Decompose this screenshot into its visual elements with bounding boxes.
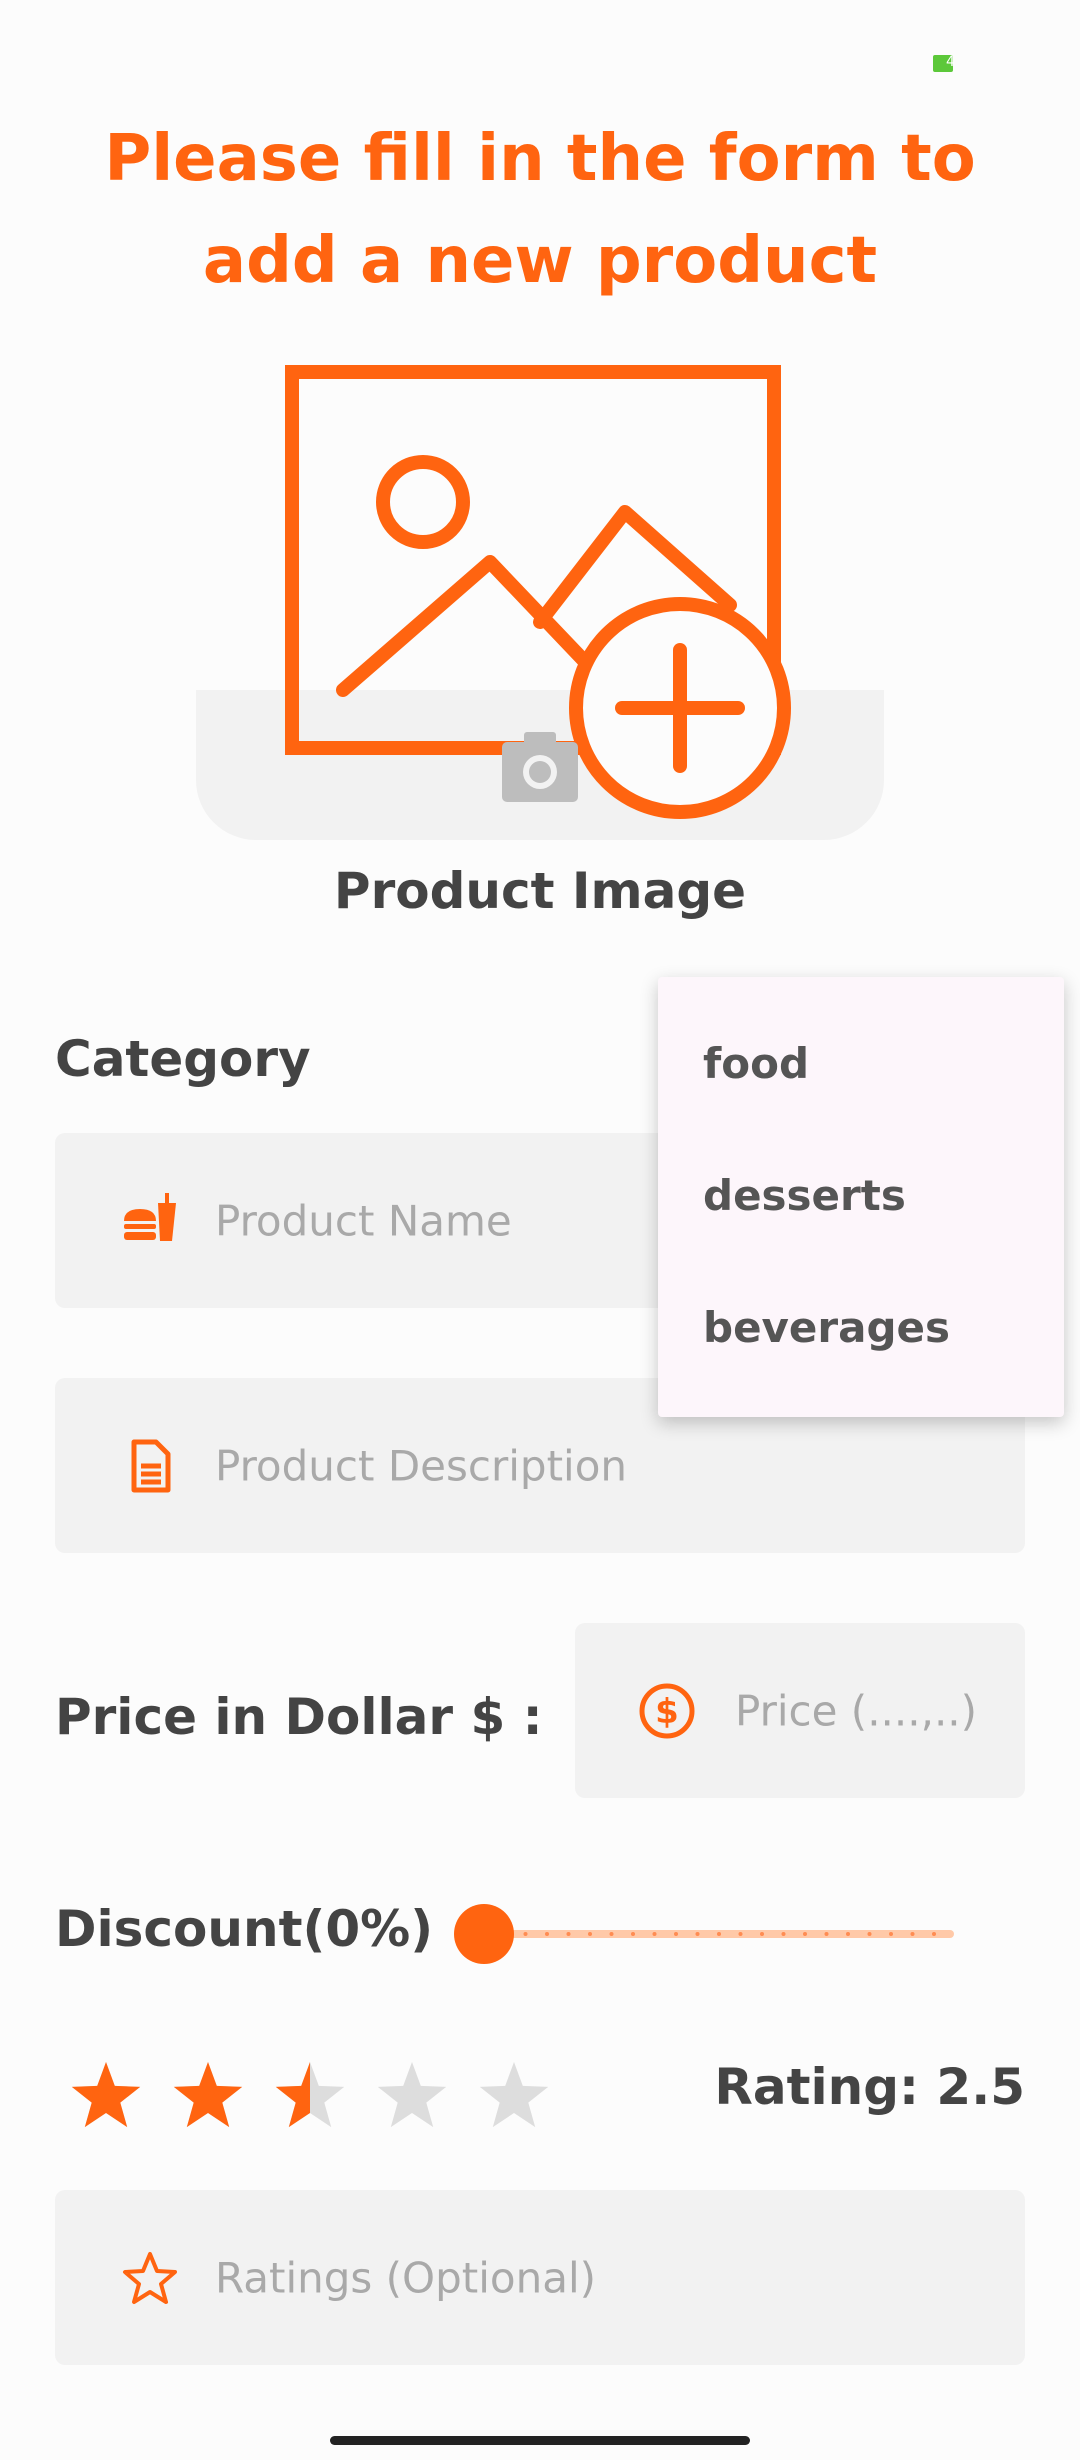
discount-label: Discount(0%) — [55, 1900, 434, 1958]
slider-tick — [588, 1932, 592, 1936]
battery-level: 4 — [946, 54, 955, 70]
slider-tick — [566, 1932, 571, 1936]
slider-tick — [781, 1932, 786, 1936]
home-indicator[interactable] — [330, 2436, 750, 2445]
slider-tick — [846, 1932, 850, 1936]
slider-tick — [760, 1932, 764, 1936]
slider-tick — [932, 1932, 936, 1936]
page-title: Please fill in the form to add a new pro… — [104, 122, 976, 298]
category-label: Category — [55, 1030, 311, 1088]
slider-tick — [652, 1932, 657, 1936]
ratings-field[interactable]: Ratings (Optional) — [55, 2190, 1025, 2365]
dollar-circle-icon: $ — [639, 1683, 695, 1738]
star-outline-icon — [123, 2251, 177, 2304]
slider-tick — [674, 1932, 678, 1936]
dropdown-option-desserts[interactable]: desserts — [703, 1171, 906, 1220]
slider-tick — [631, 1932, 635, 1936]
svg-text:$: $ — [655, 1692, 679, 1732]
slider-tick — [717, 1932, 721, 1936]
rating-star[interactable] — [479, 2062, 549, 2128]
slider-tick — [609, 1932, 614, 1936]
slider-tick — [824, 1932, 829, 1936]
slider-tick — [867, 1932, 872, 1936]
slider-tick — [803, 1932, 807, 1936]
dropdown-option-beverages[interactable]: beverages — [703, 1303, 950, 1352]
ratings-placeholder: Ratings (Optional) — [215, 2253, 596, 2302]
slider-tick — [889, 1932, 893, 1936]
rating-star[interactable] — [377, 2062, 447, 2128]
rating-star-filled — [173, 2062, 243, 2128]
product-description-placeholder: Product Description — [215, 1441, 628, 1490]
camera-icon[interactable] — [500, 728, 580, 804]
price-placeholder: Price (....,..) — [735, 1686, 978, 1735]
rating-stars[interactable] — [62, 2058, 562, 2138]
product-name-placeholder: Product Name — [215, 1196, 512, 1245]
price-label: Price in Dollar $ : — [55, 1688, 543, 1746]
discount-slider-thumb[interactable] — [454, 1904, 514, 1964]
slider-tick — [695, 1932, 700, 1936]
slider-tick — [910, 1932, 915, 1936]
document-icon — [131, 1439, 171, 1492]
dropdown-option-food[interactable]: food — [703, 1039, 809, 1088]
fast-food-icon — [124, 1192, 176, 1241]
slider-tick — [545, 1932, 549, 1936]
price-field[interactable]: $ Price (....,..) — [575, 1623, 1025, 1798]
rating-value: Rating: 2.5 — [714, 2058, 1025, 2116]
slider-tick — [738, 1932, 743, 1936]
rating-star-filled — [71, 2062, 141, 2128]
slider-tick — [523, 1932, 528, 1936]
discount-slider-ticks — [502, 1932, 936, 1936]
product-image-label: Product Image — [333, 862, 747, 920]
category-dropdown-menu[interactable]: food desserts beverages — [658, 977, 1064, 1417]
